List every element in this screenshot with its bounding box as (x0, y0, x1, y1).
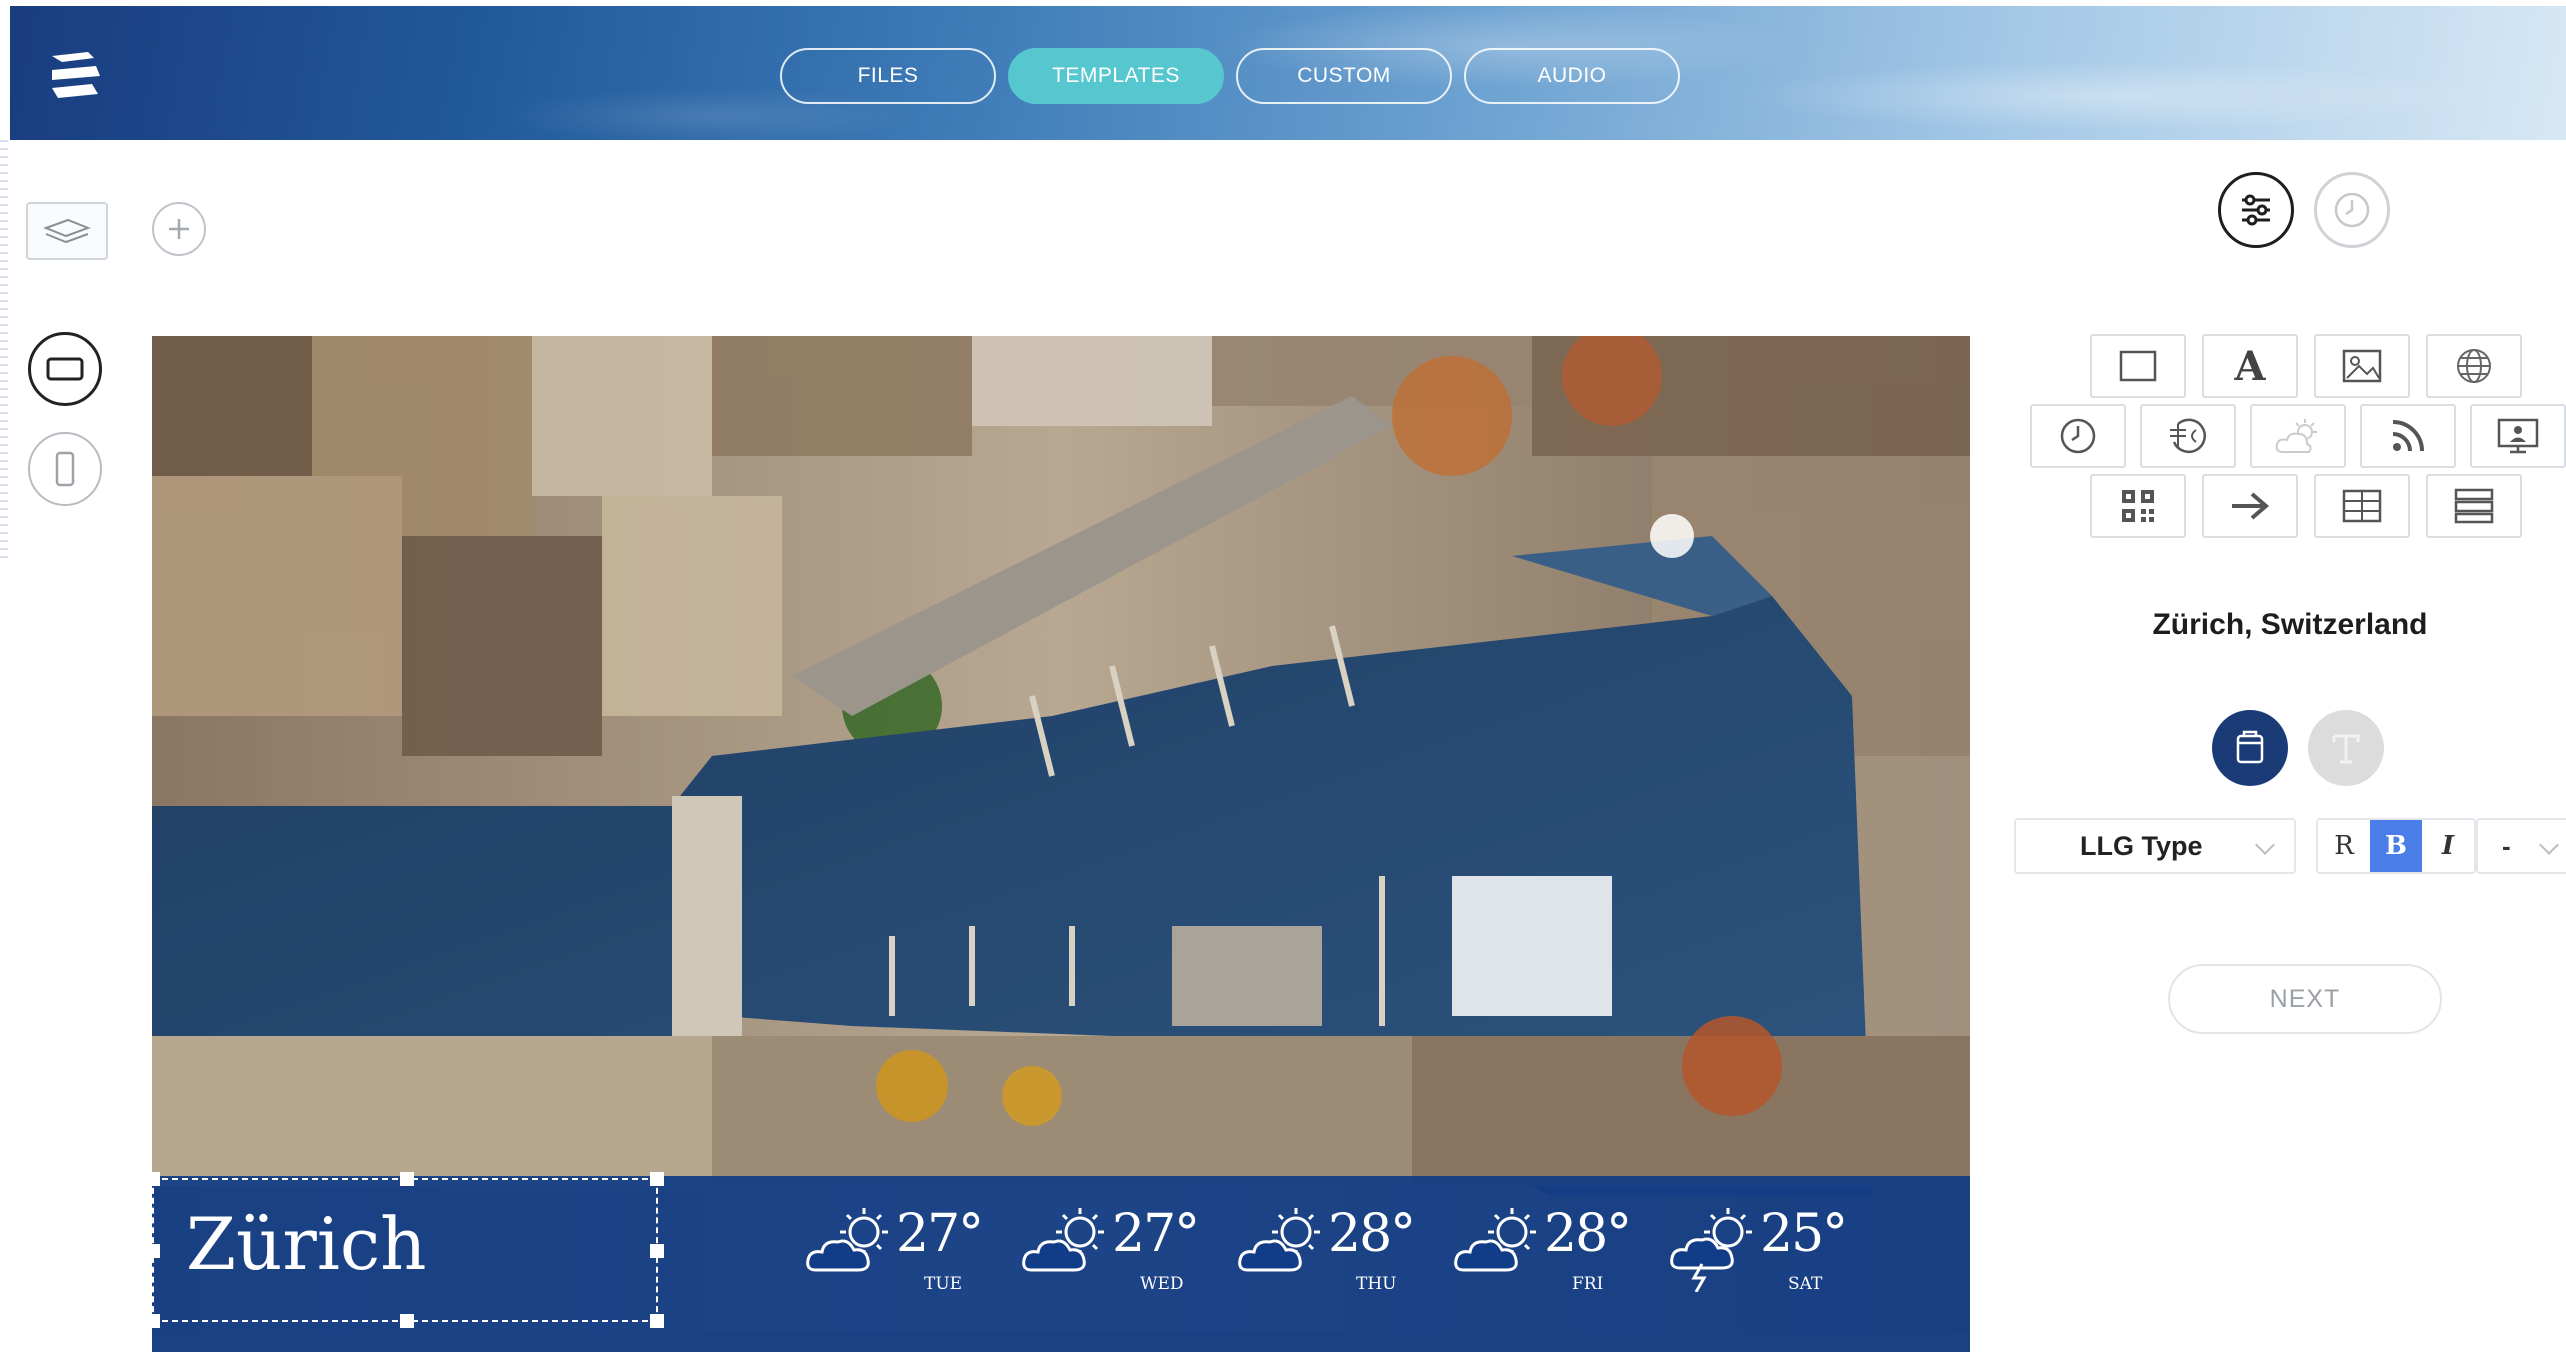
text-icon: A (2234, 342, 2266, 390)
widget-row: A (2090, 334, 2522, 398)
add-button[interactable] (152, 202, 206, 256)
side-ruler (0, 140, 8, 560)
tab-custom[interactable]: CUSTOM (1236, 48, 1452, 104)
partly-cloudy-icon (1022, 1208, 1104, 1272)
currency-icon (2170, 418, 2206, 454)
chevron-down-icon (2539, 835, 2559, 855)
font-size-value: - (2502, 830, 2511, 861)
resize-handle-bottom-center[interactable] (400, 1314, 414, 1328)
font-size-select[interactable]: - (2476, 818, 2566, 874)
tab-templates[interactable]: TEMPLATES (1008, 48, 1224, 104)
web-widget-button[interactable] (2426, 334, 2522, 398)
city-name: Zürich (186, 1202, 427, 1286)
chevron-down-icon (2255, 835, 2275, 855)
forecast-temperature: 25° (1760, 1204, 1848, 1264)
clock-widget-button[interactable] (2030, 404, 2126, 468)
portrait-orientation-button[interactable] (28, 432, 102, 506)
background-style-button[interactable] (2212, 710, 2288, 786)
weather-icon (2275, 419, 2317, 453)
rss-icon (2392, 420, 2424, 452)
widget-row (2090, 474, 2522, 538)
next-button[interactable]: NEXT (2168, 964, 2442, 1034)
layers-button[interactable] (26, 202, 108, 260)
image-widget-button[interactable] (2314, 334, 2410, 398)
clock-icon (2334, 192, 2370, 228)
forecast-day: 28° THU (1234, 1202, 1450, 1312)
top-header: FILES TEMPLATES CUSTOM AUDIO (10, 6, 2566, 140)
rows-widget-button[interactable] (2426, 474, 2522, 538)
layers-icon (43, 218, 91, 244)
image-icon (2342, 349, 2382, 383)
forecast-weekday: WED (1140, 1274, 1184, 1294)
currency-widget-button[interactable] (2140, 404, 2236, 468)
rectangle-icon (2119, 350, 2157, 382)
rectangle-widget-button[interactable] (2090, 334, 2186, 398)
forecast-temperature: 27° (896, 1204, 984, 1264)
resize-handle-bottom-left[interactable] (152, 1314, 160, 1328)
arrow-right-icon (2232, 492, 2270, 520)
font-style-group: R B I (2316, 818, 2476, 874)
widget-row (2030, 404, 2566, 468)
main-nav: FILES TEMPLATES CUSTOM AUDIO (780, 48, 1680, 104)
forecast-weekday: THU (1356, 1274, 1397, 1294)
tab-files[interactable]: FILES (780, 48, 996, 104)
app-window: FILES TEMPLATES CUSTOM AUDIO Zürich 27° … (0, 0, 2566, 1352)
forecast-temperature: 27° (1112, 1204, 1200, 1264)
resize-handle-middle-right[interactable] (650, 1244, 664, 1258)
rss-widget-button[interactable] (2360, 404, 2456, 468)
settings-icon (2242, 194, 2270, 226)
forecast-weekday: SAT (1788, 1274, 1823, 1294)
forecast-list: 27° TUE 27° WED 28° THU 28° FRI 25° SAT (802, 1202, 1882, 1312)
table-widget-button[interactable] (2314, 474, 2410, 538)
thunderstorm-icon (1670, 1208, 1752, 1292)
clock-icon (2060, 418, 2096, 454)
globe-icon (2457, 349, 2491, 383)
forecast-day: 27° WED (1018, 1202, 1234, 1312)
presentation-icon (2497, 418, 2539, 454)
italic-style-button[interactable]: I (2422, 820, 2474, 872)
paint-bucket-icon (2236, 730, 2264, 764)
bold-style-button[interactable]: B (2370, 820, 2422, 872)
resize-handle-middle-left[interactable] (152, 1244, 160, 1258)
app-logo-icon[interactable] (48, 50, 104, 100)
forecast-day: 28° FRI (1450, 1202, 1666, 1312)
tab-schedule[interactable] (2314, 172, 2390, 248)
text-style-button[interactable] (2308, 710, 2384, 786)
regular-style-button[interactable]: R (2318, 820, 2370, 872)
weather-widget-button[interactable] (2250, 404, 2346, 468)
landscape-orientation-button[interactable] (28, 332, 102, 406)
rows-icon (2454, 488, 2494, 524)
presentation-widget-button[interactable] (2470, 404, 2566, 468)
tab-settings[interactable] (2218, 172, 2294, 248)
resize-handle-top-right[interactable] (650, 1172, 664, 1186)
partly-cloudy-icon (806, 1208, 888, 1272)
resize-handle-top-left[interactable] (152, 1172, 160, 1186)
template-canvas[interactable]: Zürich 27° TUE 27° WED 28° THU 28° FRI 2… (152, 336, 1970, 1352)
forecast-day: 25° SAT (1666, 1202, 1882, 1312)
forecast-temperature: 28° (1544, 1204, 1632, 1264)
forecast-temperature: 28° (1328, 1204, 1416, 1264)
text-color-icon (2332, 734, 2360, 764)
landscape-icon (46, 357, 84, 381)
forecast-day: 27° TUE (802, 1202, 1018, 1312)
plus-icon (169, 219, 189, 239)
table-icon (2342, 489, 2382, 523)
font-family-select[interactable]: LLG Type (2014, 818, 2296, 874)
qr-code-icon (2122, 490, 2154, 522)
resize-handle-top-center[interactable] (400, 1172, 414, 1186)
location-label: Zürich, Switzerland (2152, 608, 2428, 641)
partly-cloudy-icon (1238, 1208, 1320, 1272)
qr-widget-button[interactable] (2090, 474, 2186, 538)
city-text-box[interactable]: Zürich (152, 1172, 664, 1328)
panel-tabs (2218, 172, 2390, 248)
resize-handle-bottom-right[interactable] (650, 1314, 664, 1328)
forecast-weekday: FRI (1572, 1274, 1604, 1294)
forecast-weekday: TUE (924, 1274, 963, 1294)
arrow-widget-button[interactable] (2202, 474, 2298, 538)
portrait-icon (55, 451, 75, 487)
font-family-value: LLG Type (2080, 830, 2203, 861)
partly-cloudy-icon (1454, 1208, 1536, 1272)
text-widget-button[interactable]: A (2202, 334, 2298, 398)
tab-audio[interactable]: AUDIO (1464, 48, 1680, 104)
